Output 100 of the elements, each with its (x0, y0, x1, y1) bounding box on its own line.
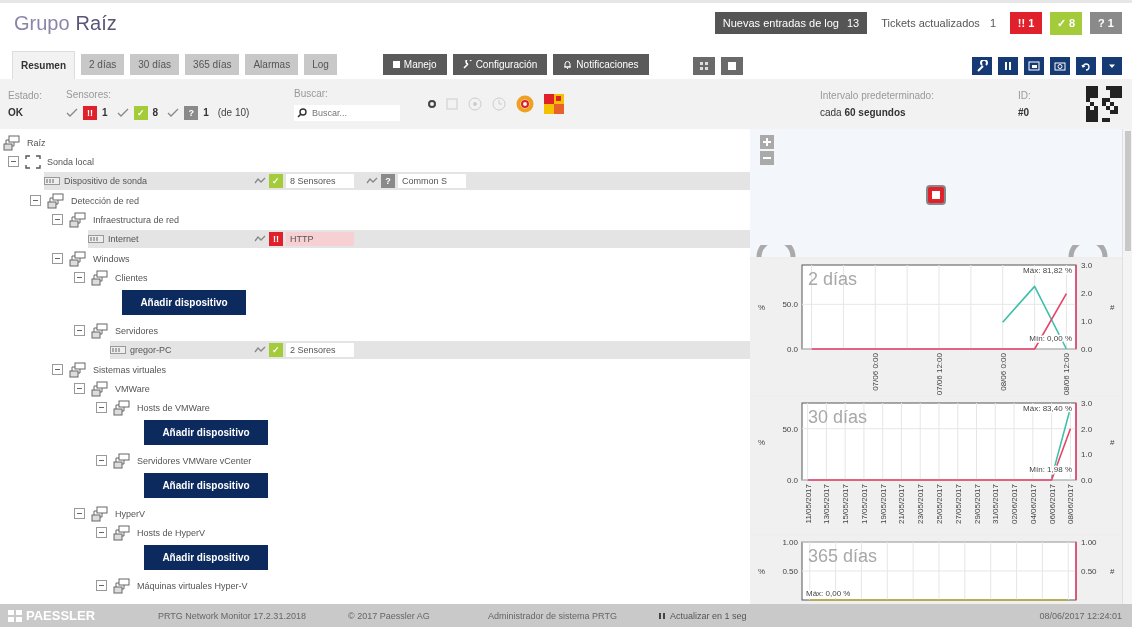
tab[interactable]: Alarmas (245, 54, 299, 75)
tick-label: 2.0 (1081, 424, 1093, 434)
pause-button[interactable] (998, 57, 1018, 75)
add-device-button[interactable]: Añadir dispositivo (144, 545, 268, 570)
tab[interactable]: 365 días (185, 54, 240, 75)
device-icon (44, 177, 60, 185)
sensor-label[interactable]: HTTP (286, 232, 354, 246)
tick-label: 06/06/2017 (1047, 484, 1057, 525)
collapse-icon[interactable] (96, 402, 107, 413)
collapse-icon[interactable] (96, 455, 107, 466)
collapse-icon[interactable] (74, 383, 85, 394)
sensor-count: 8 (152, 107, 159, 118)
sensor-label[interactable]: 2 Sensores (286, 343, 354, 357)
collapse-icon[interactable] (74, 272, 85, 283)
checkmark-icon[interactable] (66, 107, 78, 118)
collapse-icon[interactable] (74, 508, 85, 519)
camera-button[interactable] (1050, 57, 1070, 75)
status-square: ? (381, 174, 395, 188)
collapse-icon[interactable] (8, 156, 19, 167)
refresh-button[interactable] (1076, 57, 1096, 75)
group-name[interactable]: Raíz (27, 137, 46, 148)
device-row[interactable]: Internet !! HTTP (88, 230, 750, 248)
tickets-label[interactable]: Tickets actualizados (881, 17, 980, 29)
tick-label: 08/06 12:00 (1062, 353, 1072, 395)
log-entries-button[interactable]: Nuevas entradas de log 13 (714, 12, 868, 34)
sensor-count: 1 (203, 107, 209, 118)
group-name[interactable]: Infraestructura de red (93, 214, 180, 225)
chart-annotation: Máx: 83,40 % (1023, 404, 1072, 413)
group-name[interactable]: Windows (93, 253, 130, 264)
manage-button[interactable]: Manejo (382, 54, 447, 75)
group-name[interactable]: Sonda local (47, 156, 95, 167)
checkmark-icon[interactable] (116, 107, 129, 118)
grid-button[interactable] (692, 57, 715, 75)
search-input[interactable]: Buscar... (310, 106, 394, 119)
group-name[interactable]: Clientes (115, 272, 148, 283)
tab[interactable]: Resumen (12, 51, 75, 79)
sensor-label[interactable]: Common S (398, 174, 466, 188)
axis-label: % (758, 437, 766, 447)
group-name[interactable]: Hosts de HyperV (137, 527, 206, 538)
collapse-icon[interactable] (52, 253, 63, 264)
group-name[interactable]: Detección de red (71, 195, 140, 206)
settings-button[interactable] (972, 57, 992, 75)
checkmark-icon[interactable] (167, 107, 180, 118)
device-name[interactable]: gregor-PC (130, 345, 250, 355)
notifications-button[interactable]: Notificaciones (553, 54, 649, 75)
tick-label: 1.00 (782, 538, 798, 547)
settings-button[interactable]: Configuración (452, 54, 548, 75)
device-node-icon[interactable] (926, 185, 946, 205)
mosaic-icon[interactable] (544, 94, 564, 114)
status-square[interactable]: !! (83, 105, 97, 120)
group-name[interactable]: VMWare (115, 383, 150, 394)
device-row[interactable]: Dispositivo de sonda ✓ 8 Sensores ? Common S (44, 172, 750, 190)
collapse-icon[interactable] (96, 527, 107, 538)
tick-label: 29/05/2017 (972, 484, 982, 525)
chart-annotation: Máx: 81,82 % (1023, 266, 1072, 275)
collapse-icon[interactable] (96, 580, 107, 591)
tick-label: 0.0 (786, 345, 798, 354)
device-name[interactable]: Internet (108, 234, 250, 244)
camera-icon (1054, 60, 1066, 72)
tickets-count[interactable]: 1 (989, 17, 996, 29)
refresh-text[interactable]: Actualizar en 1 seg (670, 610, 747, 621)
tick-label: 13/05/2017 (822, 484, 832, 525)
ring-icon[interactable] (516, 95, 534, 113)
window-button[interactable] (1024, 57, 1044, 75)
group-name[interactable]: Hosts de VMWare (137, 402, 210, 413)
device-name[interactable]: Dispositivo de sonda (64, 176, 250, 186)
dot-icon[interactable] (428, 100, 436, 108)
collapse-icon[interactable] (52, 364, 63, 375)
collapse-icon[interactable] (30, 195, 41, 206)
search-field[interactable]: Buscar... (294, 104, 400, 121)
stop-button[interactable] (720, 57, 743, 75)
tick-label: 27/05/2017 (953, 484, 963, 525)
zoom-in-icon (760, 135, 774, 149)
collapse-icon[interactable] (52, 214, 63, 225)
probe-icon (25, 154, 41, 169)
tick-label: 1.0 (1081, 450, 1093, 460)
tick-label: 19/05/2017 (878, 484, 888, 525)
group-name[interactable]: Servidores (115, 325, 159, 336)
tab[interactable]: Log (304, 54, 337, 75)
tab[interactable]: 30 días (130, 54, 180, 75)
tab[interactable]: 2 días (81, 54, 125, 75)
tick-label: 02/06/2017 (1010, 484, 1020, 525)
device-icon (110, 346, 126, 354)
sensor-label[interactable]: 8 Sensores (286, 174, 354, 188)
status-badge[interactable]: !! 1 (1010, 12, 1042, 34)
device-row[interactable]: gregor-PC ✓ 2 Sensores (110, 341, 750, 359)
group-name[interactable]: Máquinas virtuales Hyper-V (137, 580, 248, 591)
group-name[interactable]: HyperV (115, 508, 145, 519)
add-device-button[interactable]: Añadir dispositivo (122, 290, 246, 315)
scrollbar[interactable] (1122, 129, 1132, 604)
add-device-button[interactable]: Añadir dispositivo (144, 420, 268, 445)
add-device-button[interactable]: Añadir dispositivo (144, 473, 268, 498)
group-name[interactable]: Sistemas virtuales (93, 364, 167, 375)
group-icon (113, 524, 131, 541)
refresh-icon (1080, 60, 1092, 72)
menu-button[interactable] (1102, 57, 1122, 75)
pause-icon (1002, 60, 1014, 72)
group-name[interactable]: Servidores VMWare vCenter (137, 455, 252, 466)
axis-label: # (1110, 437, 1115, 447)
collapse-icon[interactable] (74, 325, 85, 336)
